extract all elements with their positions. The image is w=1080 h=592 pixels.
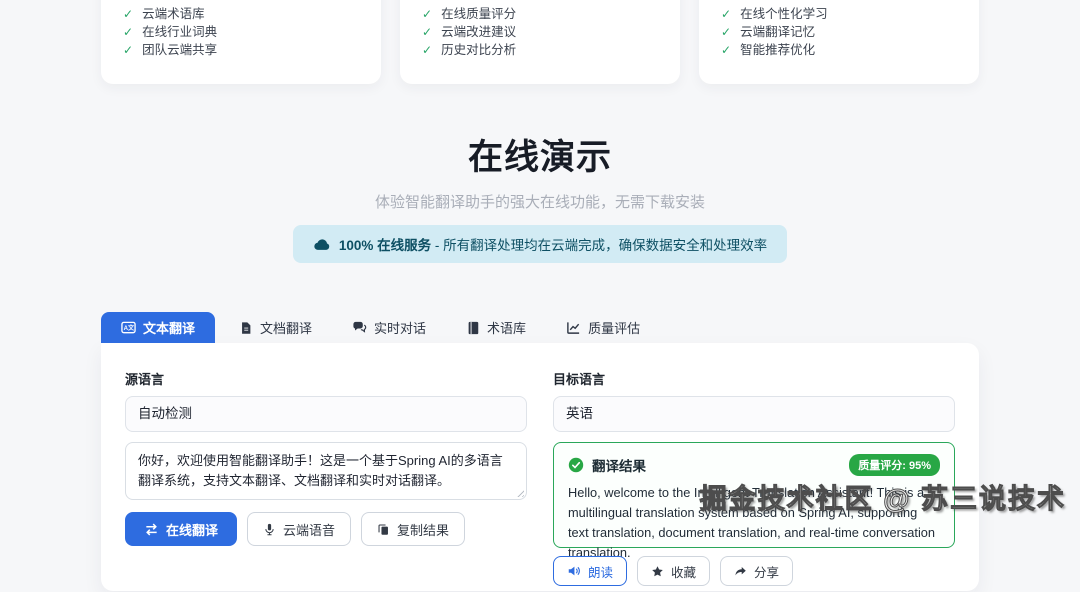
speaker-icon [567,564,581,578]
check-icon: ✓ [721,42,731,59]
share-icon [734,565,747,578]
tab-label: 质量评估 [588,318,640,337]
target-language-select[interactable]: 英语 [553,396,955,432]
feature-item: ✓ 云端翻译记忆 [721,24,955,41]
feature-cards-row: ✓ 云端术语库 ✓ 在线行业词典 ✓ 团队云端共享 ✓ 在线质量评分 ✓ 云端改进建议 ✓… [101,0,979,84]
result-title: 翻译结果 [592,455,646,475]
feature-card-personalization: ✓ 在线个性化学习 ✓ 云端翻译记忆 ✓ 智能推荐优化 [699,0,979,84]
feature-label: 云端翻译记忆 [740,24,815,41]
watermark: 掘金技术社区 @ 苏三说技术 [700,477,1066,516]
star-icon [651,565,664,578]
source-language-label: 源语言 [125,369,527,388]
favorite-button[interactable]: 收藏 [637,556,710,586]
check-icon: ✓ [123,42,133,59]
cloud-icon [313,236,330,253]
online-service-banner: 100% 在线服务 - 所有翻译处理均在云端完成，确保数据安全和处理效率 [293,225,787,263]
feature-label: 云端术语库 [142,6,205,23]
check-icon: ✓ [422,24,432,41]
page-title: 在线演示 [101,138,979,178]
check-circle-icon [568,457,584,473]
feature-item: ✓ 云端术语库 [123,6,357,23]
cloud-voice-button[interactable]: 云端语音 [247,512,351,546]
translator-panel: 源语言 自动检测 你好，欢迎使用智能翻译助手！这是一个基于Spring AI的多… [101,343,979,591]
feature-label: 在线质量评分 [441,6,516,23]
translate-icon: A文 [121,320,136,335]
swap-icon [144,522,159,537]
check-icon: ✓ [422,6,432,23]
target-language-label: 目标语言 [553,369,955,388]
feature-label: 在线个性化学习 [740,6,828,23]
check-icon: ✓ [721,6,731,23]
feature-label: 历史对比分析 [441,42,516,59]
copy-icon [377,523,390,536]
share-button-label: 分享 [754,562,779,581]
source-language-select[interactable]: 自动检测 [125,396,527,432]
cloud-voice-button-label: 云端语音 [283,520,335,539]
tab-label: 文本翻译 [143,318,195,337]
source-text-input[interactable]: 你好，欢迎使用智能翻译助手！这是一个基于Spring AI的多语言翻译系统，支持… [125,442,527,500]
feature-card-terminology: ✓ 云端术语库 ✓ 在线行业词典 ✓ 团队云端共享 [101,0,381,84]
feature-label: 云端改进建议 [441,24,516,41]
tab-quality-evaluation[interactable]: 质量评估 [550,312,656,343]
feature-item: ✓ 智能推荐优化 [721,42,955,59]
chart-icon [566,320,581,335]
feature-label: 智能推荐优化 [740,42,815,59]
page-subtitle: 体验智能翻译助手的强大在线功能，无需下载安装 [101,191,979,212]
microphone-icon [263,523,276,536]
translate-button-label: 在线翻译 [166,520,218,539]
copy-result-button[interactable]: 复制结果 [361,512,465,546]
feature-item: ✓ 在线个性化学习 [721,6,955,23]
feature-item: ✓ 历史对比分析 [422,42,656,59]
tab-text-translation[interactable]: A文 文本翻译 [101,312,215,343]
tab-label: 文档翻译 [260,318,312,337]
check-icon: ✓ [721,24,731,41]
feature-label: 团队云端共享 [142,42,217,59]
translate-button[interactable]: 在线翻译 [125,512,237,546]
check-icon: ✓ [123,24,133,41]
tab-terminology[interactable]: 术语库 [450,312,542,343]
demo-tabs: A文 文本翻译 文档翻译 实时对话 术语库 质量评估 [101,312,979,343]
copy-result-button-label: 复制结果 [397,520,449,539]
tab-realtime-chat[interactable]: 实时对话 [336,312,442,343]
banner-highlight: 100% 在线服务 [339,238,431,253]
tab-document-translation[interactable]: 文档翻译 [223,312,328,343]
svg-text:A文: A文 [124,324,135,332]
favorite-button-label: 收藏 [671,562,696,581]
feature-label: 在线行业词典 [142,24,217,41]
tab-label: 术语库 [487,318,526,337]
read-aloud-button[interactable]: 朗读 [553,556,627,586]
document-icon [239,321,253,335]
tab-label: 实时对话 [374,318,426,337]
read-aloud-button-label: 朗读 [588,562,613,581]
check-icon: ✓ [123,6,133,23]
feature-item: ✓ 在线行业词典 [123,24,357,41]
banner-rest: - 所有翻译处理均在云端完成，确保数据安全和处理效率 [431,238,767,253]
banner-text: 100% 在线服务 - 所有翻译处理均在云端完成，确保数据安全和处理效率 [339,234,767,254]
feature-item: ✓ 云端改进建议 [422,24,656,41]
check-icon: ✓ [422,42,432,59]
feature-item: ✓ 在线质量评分 [422,6,656,23]
book-icon [466,321,480,335]
share-button[interactable]: 分享 [720,556,793,586]
quality-score-badge: 质量评分: 95% [849,454,940,476]
feature-card-quality: ✓ 在线质量评分 ✓ 云端改进建议 ✓ 历史对比分析 [400,0,680,84]
feature-item: ✓ 团队云端共享 [123,42,357,59]
chat-icon [352,320,367,335]
